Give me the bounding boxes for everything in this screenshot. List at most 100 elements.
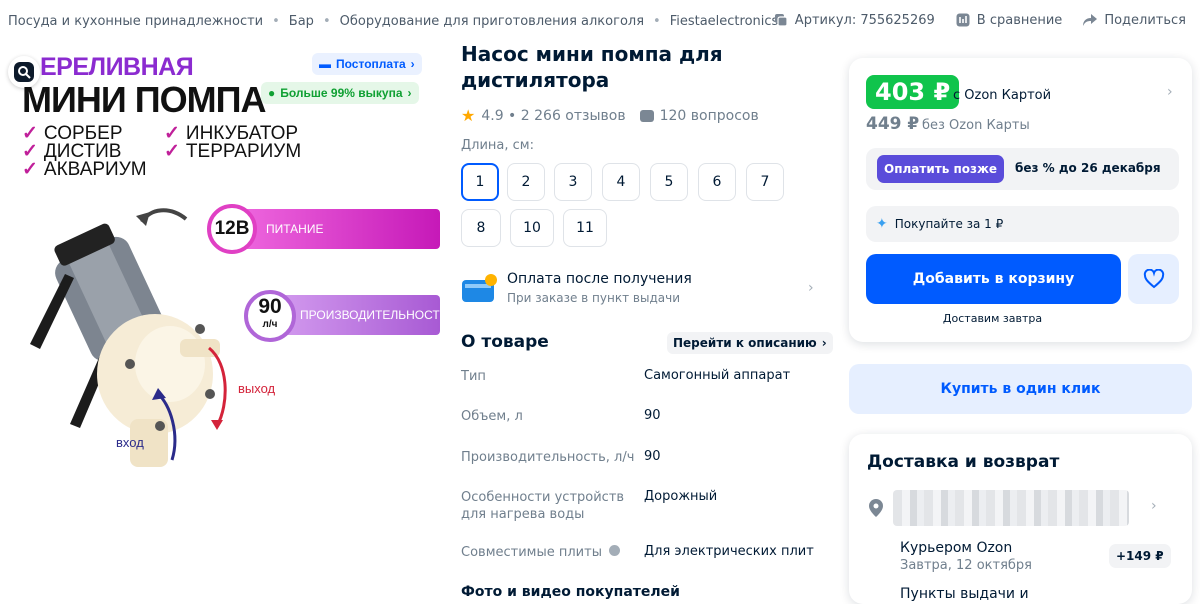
goto-description-button[interactable]: Перейти к описанию ›	[667, 332, 833, 354]
one-click-buy-button[interactable]: Купить в один клик	[849, 364, 1192, 414]
size-option-2[interactable]: 2	[507, 163, 545, 201]
checklist-label: ТЕРРАРИУМ	[185, 141, 302, 162]
chevron-right-icon[interactable]: ›	[1167, 84, 1173, 100]
rating-reviews-link[interactable]: 4.9 • 2 266 отзывов	[481, 108, 625, 124]
info-icon[interactable]	[609, 545, 621, 556]
checklist-label: АКВАРИУМ	[43, 159, 147, 180]
capacity-value: 90	[258, 295, 282, 318]
breadcrumb-item[interactable]: Fiestaelectronics	[670, 14, 779, 29]
breadcrumb-separator: •	[272, 13, 280, 29]
spec-value: Дорожный	[644, 489, 718, 504]
pay-later-block[interactable]: Оплатить позже без % до 26 декабря	[866, 148, 1179, 190]
chevron-right-icon: ›	[821, 336, 827, 350]
inlet-label: вход	[116, 435, 144, 450]
size-option-1[interactable]: 1	[461, 163, 499, 201]
spec-value: 90	[644, 408, 661, 423]
buy-for-one-block[interactable]: ✦ Покупайте за 1 ₽	[866, 206, 1179, 242]
capacity-badge: 90 л/ч	[244, 290, 296, 342]
buy-for-one-label: Покупайте за 1 ₽	[894, 217, 1004, 231]
location-pin-icon	[869, 499, 883, 517]
product-image[interactable]: ЕРЕЛИВНАЯ МИНИ ПОМПА ▬ Постоплата › ● Бо…	[0, 44, 444, 596]
chevron-right-icon: ›	[808, 280, 814, 296]
pay-later-button[interactable]: Оплатить позже	[877, 155, 1005, 183]
article-label: Артикул: 755625269	[794, 12, 935, 28]
star-icon: ★	[461, 106, 476, 125]
spec-key: Тип	[461, 369, 486, 384]
courier-date: Завтра, 12 октября	[900, 558, 1032, 573]
add-to-cart-button[interactable]: Добавить в корзину	[866, 254, 1121, 304]
capacity-label: ПРОИЗВОДИТЕЛЬНОСТЬ	[300, 308, 444, 322]
buyout-label: Больше 99% выкупа	[280, 86, 403, 100]
length-label: Длина, см:	[461, 138, 534, 153]
pickup-title: Пункты выдачи и	[900, 586, 1029, 602]
customer-photos-heading: Фото и видео покупателей	[461, 584, 680, 600]
compare-button[interactable]: В сравнение	[955, 12, 1063, 28]
arrow-out-icon	[207, 346, 227, 430]
checklist-item: ✓ ТЕРРАРИУМ	[164, 142, 301, 161]
size-option-7[interactable]: 7	[746, 163, 784, 201]
delivery-note: Доставим завтра	[942, 312, 1043, 325]
size-option-3[interactable]: 3	[554, 163, 592, 201]
product-title: Насос мини помпа для дистилятора	[461, 42, 723, 92]
spec-value: 90	[644, 449, 661, 464]
compare-icon	[955, 12, 971, 28]
favorite-button[interactable]	[1128, 254, 1179, 304]
outlet-label: выход	[238, 381, 276, 396]
sparkle-icon: ✦	[876, 216, 888, 232]
refresh-icon: ●	[268, 86, 276, 100]
rating-row: ★ 4.9 • 2 266 отзывов 120 вопросов	[461, 106, 759, 125]
image-headline-1: ЕРЕЛИВНАЯ	[40, 53, 194, 81]
spec-key: Производительность, л/ч	[461, 450, 635, 465]
questions-icon	[639, 109, 654, 122]
ozon-card-price-note: с Ozon Картой	[953, 88, 1052, 103]
compare-label: В сравнение	[976, 12, 1063, 28]
size-option-10[interactable]: 10	[510, 209, 554, 247]
goto-description-label: Перейти к описанию	[673, 336, 817, 350]
copy-icon	[773, 12, 789, 28]
power-label: ПИТАНИЕ	[266, 222, 324, 236]
size-option-11[interactable]: 11	[563, 209, 607, 247]
size-option-8[interactable]: 8	[461, 209, 501, 247]
spec-value: Для электрических плит	[644, 544, 814, 559]
chevron-right-icon: ›	[407, 86, 412, 100]
article-number[interactable]: Артикул: 755625269	[773, 12, 935, 28]
breadcrumb-separator: •	[653, 13, 661, 29]
spec-key: Особенности устройств для нагрева воды	[461, 490, 625, 522]
power-band: ПИТАНИЕ	[228, 209, 440, 249]
spec-key: Объем, л	[461, 409, 523, 424]
breadcrumb-item[interactable]: Посуда и кухонные принадлежности	[8, 14, 263, 29]
card-icon: ▬	[319, 57, 331, 71]
check-icon: ✓	[164, 141, 180, 162]
postpay-badge[interactable]: ▬ Постоплата ›	[312, 53, 422, 75]
capacity-unit: л/ч	[262, 319, 278, 330]
regular-price: 449 ₽	[866, 114, 920, 134]
spec-value[interactable]: Самогонный аппарат	[644, 368, 790, 383]
top-actions: Артикул: 755625269 В сравнение Поделитьс…	[773, 12, 1186, 28]
regular-price-note: без Ozon Карты	[922, 118, 1030, 133]
questions-link[interactable]: 120 вопросов	[660, 108, 759, 124]
chevron-right-icon: ›	[410, 57, 415, 71]
about-heading: О товаре	[461, 332, 549, 352]
buyout-badge[interactable]: ● Больше 99% выкупа ›	[261, 82, 419, 104]
breadcrumb-item[interactable]: Оборудование для приготовления алкоголя	[340, 14, 644, 29]
payment-after-receipt[interactable]: Оплата после получения При заказе в пунк…	[461, 268, 821, 312]
size-option-5[interactable]: 5	[650, 163, 688, 201]
share-icon	[1082, 12, 1098, 28]
size-option-4[interactable]: 4	[602, 163, 640, 201]
breadcrumb-item[interactable]: Бар	[289, 14, 314, 29]
buy-card: 403 ₽ с Ozon Картой › 449 ₽ без Ozon Кар…	[849, 58, 1192, 342]
blurred-address[interactable]	[893, 490, 1129, 526]
check-icon: ✓	[22, 159, 38, 180]
payment-title: Оплата после получения	[507, 271, 692, 287]
payment-subtitle: При заказе в пункт выдачи	[507, 291, 680, 305]
chevron-right-icon[interactable]: ›	[1151, 498, 1157, 514]
share-label: Поделиться	[1104, 12, 1186, 28]
size-option-6[interactable]: 6	[698, 163, 736, 201]
spec-key: Совместимые плиты	[461, 545, 602, 560]
delivery-card: Доставка и возврат › Курьером Ozon Завтр…	[849, 434, 1192, 604]
wallet-icon	[462, 274, 497, 302]
share-button[interactable]: Поделиться	[1082, 12, 1186, 28]
heart-icon	[1143, 269, 1164, 289]
courier-price: +149 ₽	[1109, 544, 1171, 568]
checklist-item: ✓ АКВАРИУМ	[22, 160, 147, 179]
